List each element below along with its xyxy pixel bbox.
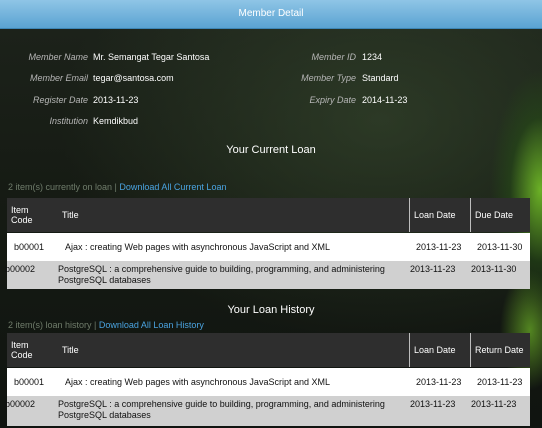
table-row: b00002 PostgreSQL : a comprehensive guid… xyxy=(5,261,530,289)
register-date-label: Register Date xyxy=(32,95,88,105)
col-item-code: Item Code xyxy=(11,340,33,360)
loan-date: 2013-11-23 xyxy=(416,377,462,387)
member-id-value: 1234 xyxy=(362,52,383,62)
item-code: b00002 xyxy=(5,264,36,274)
current-loan-count: 2 item(s) currently on loan | Download A… xyxy=(8,182,226,192)
institution-label: Institution xyxy=(49,116,88,126)
loan-history-table-header: Item Code Title Loan Date Return Date xyxy=(7,333,530,367)
member-id-label: Member ID xyxy=(311,52,356,62)
download-current-loan-link[interactable]: Download All Current Loan xyxy=(119,182,226,192)
item-title: Ajax : creating Web pages with asynchron… xyxy=(65,242,330,252)
member-email-value: tegar@santosa.com xyxy=(93,73,174,83)
member-name-label: Member Name xyxy=(28,52,88,62)
due-date: 2013-11-30 xyxy=(477,242,523,252)
loan-date: 2013-11-23 xyxy=(410,264,456,274)
col-title: Title xyxy=(62,210,79,220)
item-code: b00001 xyxy=(14,377,45,387)
item-title: PostgreSQL : a comprehensive guide to bu… xyxy=(58,399,385,420)
loan-date: 2013-11-23 xyxy=(416,242,462,252)
page-header: Member Detail xyxy=(0,0,542,29)
table-row: b00001 Ajax : creating Web pages with as… xyxy=(7,368,530,396)
return-date: 2013-11-23 xyxy=(477,377,523,387)
expiry-date-value: 2014-11-23 xyxy=(362,95,408,105)
loan-history-count-text: 2 item(s) loan history | xyxy=(8,320,99,330)
current-loan-table-header: Item Code Title Loan Date Due Date xyxy=(7,198,530,232)
current-loan-count-text: 2 item(s) currently on loan | xyxy=(8,182,120,192)
col-loan-date: Loan Date xyxy=(409,198,470,232)
due-date: 2013-11-30 xyxy=(471,264,517,274)
col-title: Title xyxy=(62,345,79,355)
col-item-code: Item Code xyxy=(11,205,33,225)
item-title: Ajax : creating Web pages with asynchron… xyxy=(65,377,330,387)
item-code: b00002 xyxy=(5,399,36,409)
loan-date: 2013-11-23 xyxy=(410,399,456,409)
register-date-value: 2013-11-23 xyxy=(93,95,139,105)
expiry-date-label: Expiry Date xyxy=(309,95,356,105)
col-due-date: Due Date xyxy=(470,198,530,232)
item-title: PostgreSQL : a comprehensive guide to bu… xyxy=(58,264,385,285)
col-loan-date: Loan Date xyxy=(409,333,470,367)
member-email-label: Member Email xyxy=(29,73,88,83)
loan-history-count: 2 item(s) loan history | Download All Lo… xyxy=(8,320,204,330)
download-loan-history-link[interactable]: Download All Loan History xyxy=(99,320,204,330)
member-type-value: Standard xyxy=(362,73,399,83)
member-name-value: Mr. Semangat Tegar Santosa xyxy=(93,52,210,62)
return-date: 2013-11-23 xyxy=(471,399,517,409)
current-loan-title: Your Current Loan xyxy=(226,144,316,156)
item-code: b00001 xyxy=(14,242,45,252)
col-return-date: Return Date xyxy=(470,333,530,367)
table-row: b00002 PostgreSQL : a comprehensive guid… xyxy=(5,396,530,426)
table-row: b00001 Ajax : creating Web pages with as… xyxy=(7,233,530,261)
institution-value: Kemdikbud xyxy=(93,116,139,126)
member-type-label: Member Type xyxy=(301,73,356,83)
loan-history-title: Your Loan History xyxy=(227,304,315,316)
